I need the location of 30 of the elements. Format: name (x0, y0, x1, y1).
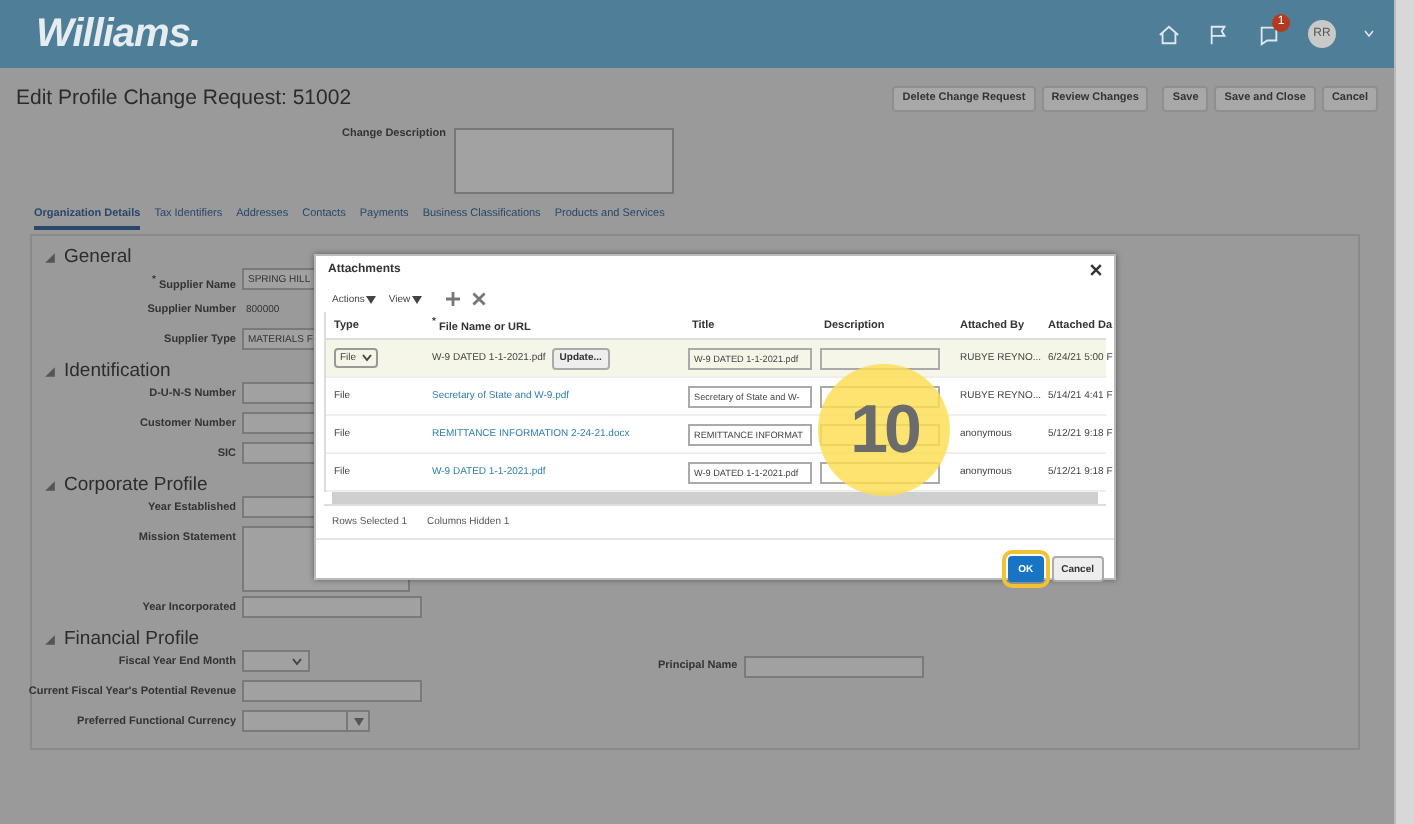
caret-icon (353, 717, 363, 725)
section-title: General (64, 246, 132, 268)
collapse-triangle-icon[interactable] (44, 251, 56, 263)
chevron-down-icon (362, 354, 373, 362)
home-icon[interactable] (1158, 23, 1180, 45)
page-title: Edit Profile Change Request: 51002 (16, 86, 352, 110)
delete-icon[interactable] (472, 292, 487, 306)
chevron-down-icon (292, 657, 302, 665)
caret-icon (412, 295, 423, 303)
scrollbar[interactable] (1394, 0, 1414, 824)
collapse-triangle-icon[interactable] (44, 633, 56, 645)
chevron-down-icon[interactable] (1364, 30, 1374, 38)
combo-field[interactable] (242, 710, 370, 732)
flag-icon[interactable] (1208, 23, 1230, 45)
notification-icon[interactable] (1258, 23, 1280, 45)
collapse-triangle-icon[interactable] (44, 365, 56, 377)
textarea-field[interactable] (453, 128, 674, 194)
section-title: Identification (64, 360, 171, 382)
input-field[interactable] (242, 596, 422, 618)
select-field[interactable] (242, 650, 310, 672)
section-title: Financial Profile (64, 628, 200, 650)
section-title: Corporate Profile (64, 474, 208, 496)
input-field[interactable] (242, 680, 422, 702)
add-icon[interactable] (446, 292, 461, 306)
caret-icon (366, 295, 377, 303)
collapse-triangle-icon[interactable] (44, 479, 56, 491)
input-field[interactable] (743, 655, 924, 677)
close-button[interactable] (1090, 264, 1102, 276)
logo: Williams. (36, 11, 201, 57)
horizontal-scrollbar[interactable] (324, 492, 1106, 506)
